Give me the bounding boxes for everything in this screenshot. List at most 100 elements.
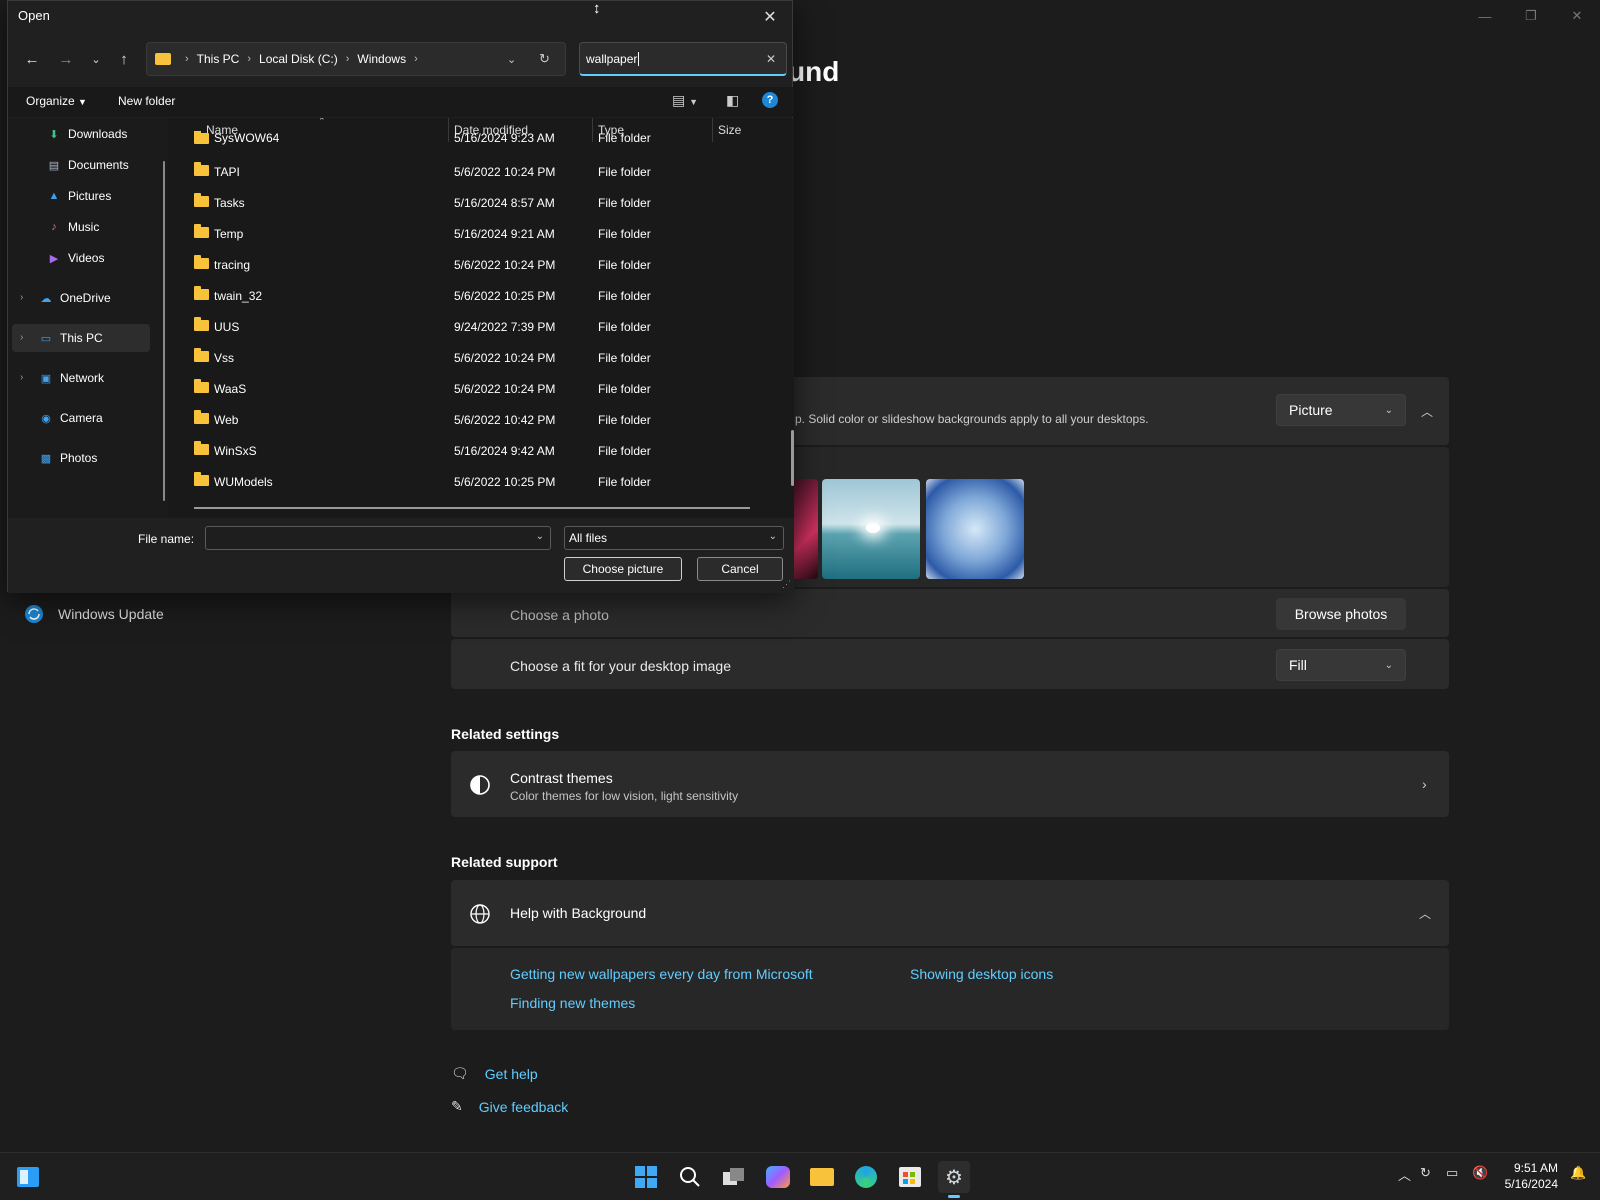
collapse-button[interactable]: ︿ (1411, 395, 1443, 427)
feedback-icon: ✎ (451, 1098, 463, 1114)
nav-item-this-pc[interactable]: › ▭ This PC (12, 324, 150, 352)
store-icon[interactable] (894, 1161, 926, 1193)
text-resize-cursor-icon: ↕ (593, 0, 601, 17)
video-icon: ▶ (49, 252, 59, 265)
speaker-muted-icon[interactable]: 🔇 (1472, 1165, 1488, 1181)
maximize-button[interactable]: ❐ (1508, 0, 1554, 32)
nav-item-camera[interactable]: ◉ Camera (38, 404, 188, 432)
table-row[interactable]: Web 5/6/2022 10:42 PM File folder (168, 405, 768, 435)
table-row[interactable]: Vss 5/6/2022 10:24 PM File folder (168, 343, 768, 373)
dialog-close-button[interactable]: ✕ (756, 5, 784, 29)
resize-grip-icon[interactable]: ⋰ (782, 579, 791, 590)
recent-locations-button[interactable]: ⌄ (84, 47, 108, 71)
table-row[interactable]: WUModels 5/6/2022 10:25 PM File folder (168, 467, 768, 497)
table-row[interactable]: Temp 5/16/2024 9:21 AM File folder (168, 219, 768, 249)
address-dropdown-icon[interactable]: ⌄ (507, 53, 516, 66)
folder-icon (194, 317, 209, 331)
table-row[interactable]: twain_32 5/6/2022 10:25 PM File folder (168, 281, 768, 311)
chevron-up-icon[interactable]: ︿ (1419, 905, 1431, 922)
show-hidden-icons-icon[interactable]: ︿ (1398, 1165, 1411, 1184)
settings-gear-icon[interactable]: ⚙ (938, 1161, 970, 1193)
nav-item-onedrive[interactable]: ☁ OneDrive (38, 284, 188, 312)
file-name-label: File name: (138, 532, 195, 546)
nav-scrollbar[interactable] (163, 161, 165, 501)
minimize-button[interactable]: — (1462, 0, 1508, 32)
chevron-right-icon[interactable]: › (20, 332, 23, 343)
file-type-select[interactable]: All files ⌄ (564, 526, 784, 550)
breadcrumb-item[interactable]: This PC › (197, 52, 259, 66)
breadcrumb-item[interactable]: Windows › (357, 52, 425, 66)
table-row[interactable]: TAPI 5/6/2022 10:24 PM File folder (168, 157, 768, 187)
folder-icon (194, 286, 209, 300)
table-row[interactable]: Tasks 5/16/2024 8:57 AM File folder (168, 188, 768, 218)
view-options-icon[interactable]: ▤ ▼ (672, 92, 698, 109)
active-app-indicator (948, 1195, 960, 1198)
table-row[interactable]: UUS 9/24/2022 7:39 PM File folder (168, 312, 768, 342)
refresh-icon[interactable]: ↻ (539, 51, 550, 67)
copilot-icon[interactable] (762, 1161, 794, 1193)
chevron-right-icon[interactable]: › (20, 372, 23, 383)
new-folder-button[interactable]: New folder (118, 94, 175, 108)
file-explorer-icon[interactable] (806, 1161, 838, 1193)
nav-item-photos[interactable]: ▩ Photos (38, 444, 188, 472)
close-button[interactable]: ✕ (1554, 0, 1600, 32)
browse-photos-button[interactable]: Browse photos (1276, 598, 1406, 630)
arrow-up-icon: ↑ (120, 50, 128, 68)
sidebar-item-windows-update[interactable]: Windows Update (24, 600, 164, 628)
give-feedback-link[interactable]: ✎ Give feedback (451, 1098, 568, 1115)
nav-item-network[interactable]: ▣ Network (38, 364, 188, 392)
get-help-label: Get help (484, 1065, 538, 1082)
system-clock[interactable]: 9:51 AM 5/16/2024 (1505, 1160, 1558, 1192)
table-row[interactable]: WaaS 5/6/2022 10:24 PM File folder (168, 374, 768, 404)
background-type-dropdown[interactable]: Picture ⌄ (1276, 394, 1406, 426)
onedrive-sync-icon[interactable]: ↻ (1420, 1165, 1431, 1181)
table-row[interactable]: tracing 5/6/2022 10:24 PM File folder (168, 250, 768, 280)
widgets-icon[interactable] (12, 1161, 44, 1193)
help-link-new-wallpapers[interactable]: Getting new wallpapers every day from Mi… (510, 966, 813, 982)
notification-bell-icon[interactable]: 🔔 (1570, 1165, 1586, 1181)
back-button[interactable]: ← (20, 47, 44, 71)
recent-image-thumbnail[interactable] (790, 479, 818, 579)
address-bar[interactable]: › This PC › Local Disk (C:) › Windows › ⌄ ↻ (146, 42, 566, 76)
recent-image-thumbnail[interactable] (822, 479, 920, 579)
breadcrumb-item[interactable]: Local Disk (C:) › (259, 52, 357, 66)
get-help-link[interactable]: 🗨 Get help (451, 1065, 538, 1082)
folder-icon (194, 472, 209, 486)
recent-image-thumbnail[interactable] (926, 479, 1024, 579)
cancel-button[interactable]: Cancel (697, 557, 783, 581)
taskbar: ⚙ ︿ ↻ ▭ 🔇 9:51 AM 5/16/2024 🔔 (0, 1152, 1600, 1200)
chevron-right-icon[interactable]: › (20, 292, 23, 303)
chevron-right-icon: › (185, 53, 189, 65)
help-link-desktop-icons[interactable]: Showing desktop icons (910, 966, 1053, 982)
up-button[interactable]: ↑ (112, 47, 136, 71)
display-icon[interactable]: ▭ (1446, 1165, 1458, 1181)
folder-icon (194, 131, 209, 144)
table-row[interactable]: WinSxS 5/16/2024 9:42 AM File folder (168, 436, 768, 466)
task-view-icon[interactable] (718, 1161, 750, 1193)
preview-pane-icon[interactable]: ◧ (726, 92, 739, 109)
start-icon[interactable] (630, 1161, 662, 1193)
forward-button[interactable]: → (54, 47, 78, 71)
help-icon[interactable]: ? (762, 92, 778, 108)
fit-dropdown[interactable]: Fill ⌄ (1276, 649, 1406, 681)
clock-date: 5/16/2024 (1504, 1177, 1558, 1191)
choose-picture-button[interactable]: Choose picture (564, 557, 682, 581)
folder-icon (155, 53, 171, 65)
help-links-panel (451, 948, 1449, 1030)
file-name-input[interactable]: ⌄ (205, 526, 551, 550)
camera-icon: ◉ (41, 412, 51, 425)
search-input-value: wallpaper (586, 51, 638, 66)
document-icon: ▤ (48, 159, 60, 172)
text-cursor (638, 51, 640, 66)
file-list-scrollbar[interactable] (791, 430, 794, 486)
chevron-down-icon[interactable]: ⌄ (536, 531, 544, 542)
clear-search-icon[interactable]: ✕ (766, 52, 776, 66)
search-icon[interactable] (674, 1161, 706, 1193)
edge-icon[interactable] (850, 1161, 882, 1193)
organize-button[interactable]: Organize ▼ (26, 94, 87, 108)
dialog-title: Open (18, 8, 50, 23)
help-link-new-themes[interactable]: Finding new themes (510, 995, 635, 1011)
table-row[interactable]: SysWOW64 5/16/2024 9:23 AM File folder (168, 131, 768, 145)
horizontal-scrollbar[interactable] (194, 507, 750, 509)
search-input[interactable]: wallpaper ✕ (579, 42, 787, 76)
